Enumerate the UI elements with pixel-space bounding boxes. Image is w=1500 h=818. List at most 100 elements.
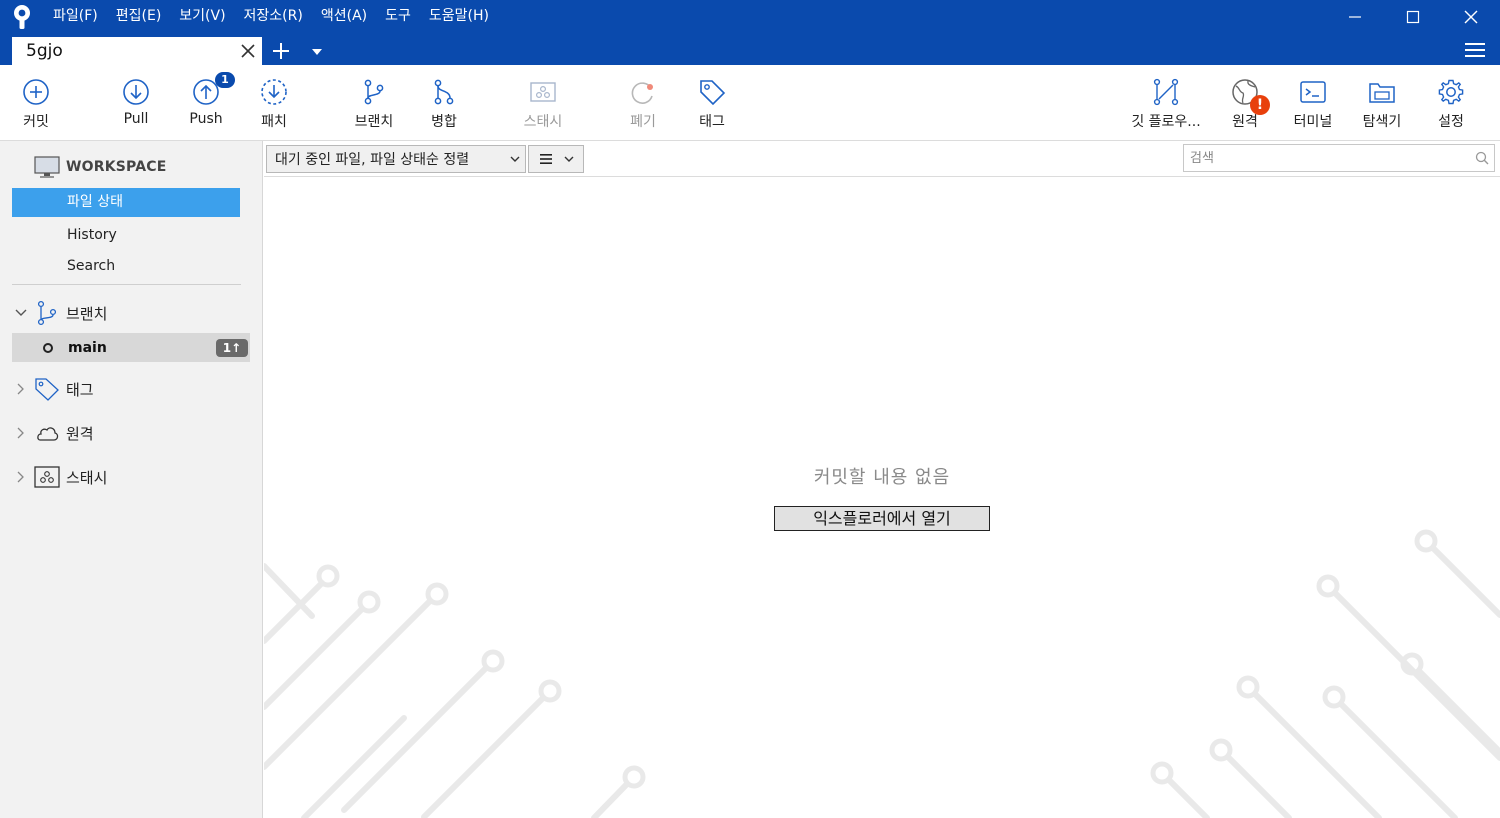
ahead-count-badge: 1↑ (216, 338, 248, 357)
chevron-down-icon (564, 156, 573, 162)
branch-icon (34, 300, 60, 326)
menu-bar: 파일(F) 편집(E) 보기(V) 저장소(R) 액션(A) 도구 도움말(H) (0, 0, 498, 33)
remote-alert-badge: ! (1250, 95, 1270, 115)
sidebar-item-file-status[interactable]: 파일 상태 (12, 188, 240, 217)
tab-close-button[interactable] (234, 37, 262, 65)
current-branch-icon (42, 342, 54, 354)
branch-icon (359, 77, 389, 107)
tab-list-dropdown[interactable] (306, 39, 328, 65)
window-controls (1326, 0, 1500, 33)
globe-icon: ! (1230, 77, 1270, 115)
merge-button[interactable]: 병합 (418, 65, 470, 141)
discard-button[interactable]: 폐기 (618, 65, 668, 141)
stashes-section-header[interactable]: 스태시 (12, 463, 107, 491)
fetch-icon (259, 77, 289, 107)
search-icon (1470, 151, 1494, 165)
gear-icon (1436, 77, 1466, 107)
explorer-button[interactable]: 탐색기 (1356, 65, 1408, 141)
push-icon: 1 (191, 72, 235, 107)
merge-label: 병합 (431, 114, 457, 130)
remotes-section-header[interactable]: 원격 (12, 419, 94, 447)
sidebar-item-search[interactable]: Search (12, 252, 240, 281)
stash-button[interactable]: 스태시 (514, 65, 572, 141)
file-sort-dropdown[interactable]: 대기 중인 파일, 파일 상태순 정렬 (266, 145, 526, 173)
push-button[interactable]: 1 Push (182, 65, 235, 141)
hamburger-icon (1465, 43, 1485, 57)
filter-bar: 대기 중인 파일, 파일 상태순 정렬 (264, 141, 1500, 177)
maximize-icon (1406, 10, 1420, 23)
close-icon (1464, 10, 1478, 23)
minimize-button[interactable] (1326, 0, 1384, 33)
menu-view[interactable]: 보기(V) (170, 0, 234, 33)
menu-file[interactable]: 파일(F) (44, 0, 107, 33)
menu-help[interactable]: 도움말(H) (420, 0, 498, 33)
main-panel: 대기 중인 파일, 파일 상태순 정렬 커밋할 내용 없음 익스플로러에서 열기 (264, 141, 1500, 818)
tag-icon (697, 77, 727, 107)
fetch-label: 패치 (261, 114, 287, 130)
branch-item-main[interactable]: main 1↑ (12, 333, 250, 362)
settings-button[interactable]: 설정 (1428, 65, 1474, 141)
menu-repository[interactable]: 저장소(R) (235, 0, 312, 33)
app-menu-button[interactable] (1464, 39, 1486, 61)
stash-label: 스태시 (523, 114, 563, 130)
git-flow-label: 깃 플로우... (1131, 114, 1201, 130)
settings-label: 설정 (1438, 114, 1464, 130)
stash-icon (34, 464, 60, 490)
folder-icon (1367, 77, 1397, 107)
sourcetree-logo-icon (0, 0, 44, 33)
commit-button[interactable]: 커밋 (12, 65, 60, 141)
cloud-icon (34, 420, 60, 446)
menu-tools[interactable]: 도구 (376, 0, 420, 33)
tag-label: 태그 (699, 114, 725, 130)
tab-row: 5gjo (0, 35, 1500, 65)
chevron-right-icon (12, 380, 30, 398)
tags-label: 태그 (66, 380, 94, 399)
pull-icon (121, 77, 151, 107)
file-search-input[interactable] (1190, 150, 1470, 166)
chevron-down-icon (12, 304, 30, 322)
push-label: Push (189, 111, 223, 127)
menu-actions[interactable]: 액션(A) (312, 0, 376, 33)
open-in-explorer-button[interactable]: 익스플로러에서 열기 (774, 506, 990, 531)
tag-button[interactable]: 태그 (688, 65, 736, 141)
menu-edit[interactable]: 편집(E) (107, 0, 171, 33)
push-count-badge: 1 (215, 72, 235, 88)
list-view-icon (539, 154, 552, 164)
sidebar-divider (12, 284, 241, 285)
branch-button[interactable]: 브랜치 (346, 65, 402, 141)
git-flow-icon (1151, 77, 1181, 107)
view-mode-dropdown[interactable] (528, 145, 584, 173)
tag-icon (34, 376, 60, 402)
commit-label: 커밋 (23, 114, 49, 130)
branch-label: 브랜치 (354, 114, 394, 130)
remote-label: 원격 (1232, 114, 1258, 130)
file-search-box (1183, 144, 1495, 172)
new-tab-button[interactable] (268, 38, 294, 64)
maximize-button[interactable] (1384, 0, 1442, 33)
close-window-button[interactable] (1442, 0, 1500, 33)
main-toolbar: 커밋 Pull 1 Push 패치 브랜치 병합 스태시 폐기 태그 깃 플로우… (0, 65, 1500, 141)
remote-button[interactable]: ! 원격 (1222, 65, 1270, 141)
git-flow-button[interactable]: 깃 플로우... (1126, 65, 1206, 141)
sidebar: WORKSPACE 파일 상태 History Search 브랜치 main … (0, 141, 263, 818)
workspace-header: WORKSPACE (34, 154, 167, 180)
tags-section-header[interactable]: 태그 (12, 375, 94, 403)
commit-icon (21, 77, 51, 107)
repo-tab[interactable]: 5gjo (12, 37, 262, 65)
repo-tab-title: 5gjo (26, 41, 63, 61)
branch-name: main (68, 339, 107, 356)
pull-label: Pull (123, 111, 149, 127)
branches-section-header[interactable]: 브랜치 (12, 299, 107, 327)
fetch-button[interactable]: 패치 (250, 65, 298, 141)
workspace-label: WORKSPACE (66, 159, 167, 175)
remotes-label: 원격 (66, 424, 94, 443)
discard-label: 폐기 (630, 114, 656, 130)
explorer-label: 탐색기 (1362, 114, 1402, 130)
terminal-label: 터미널 (1293, 114, 1333, 130)
sidebar-item-history[interactable]: History (12, 221, 240, 250)
chevron-down-icon (505, 156, 525, 163)
terminal-button[interactable]: 터미널 (1288, 65, 1338, 141)
chevron-right-icon (12, 468, 30, 486)
merge-icon (429, 77, 459, 107)
pull-button[interactable]: Pull (112, 65, 160, 141)
